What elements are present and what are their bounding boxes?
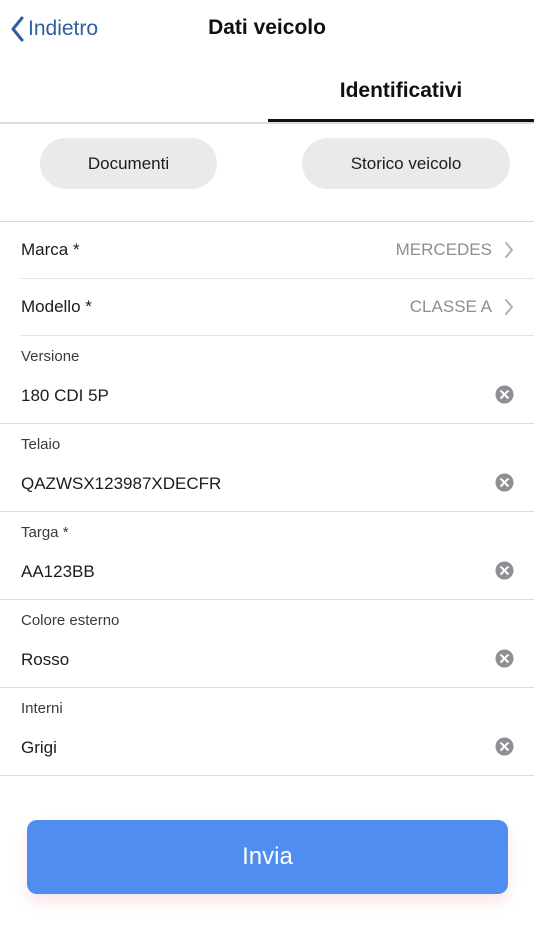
marca-select-row[interactable]: Marca * MERCEDES bbox=[21, 222, 534, 279]
modello-value: CLASSE A bbox=[409, 297, 492, 316]
interni-label: Interni bbox=[21, 700, 63, 717]
vehicle-history-button[interactable]: Storico veicolo bbox=[302, 138, 510, 189]
chevron-right-icon bbox=[505, 299, 513, 315]
nav-bar: Indietro Dati veicolo bbox=[0, 0, 534, 60]
modello-value-group: CLASSE A bbox=[410, 297, 514, 317]
page-title: Dati veicolo bbox=[208, 16, 326, 39]
clear-icon[interactable] bbox=[495, 737, 514, 756]
marca-value: MERCEDES bbox=[395, 240, 492, 259]
marca-label: Marca * bbox=[21, 240, 80, 259]
telaio-input[interactable]: QAZWSX123987XDECFR bbox=[21, 474, 221, 494]
tab-active-indicator bbox=[268, 119, 534, 122]
targa-input[interactable]: AA123BB bbox=[21, 562, 95, 582]
documents-button[interactable]: Documenti bbox=[40, 138, 217, 189]
colore-esterno-field[interactable]: Colore esterno Rosso bbox=[0, 600, 534, 688]
marca-value-group: MERCEDES bbox=[396, 240, 514, 260]
clear-icon[interactable] bbox=[495, 385, 514, 404]
interni-input[interactable]: Grigi bbox=[21, 738, 57, 758]
telaio-field[interactable]: Telaio QAZWSX123987XDECFR bbox=[0, 424, 534, 512]
tab-bar: Identificativi bbox=[0, 60, 534, 124]
colore-esterno-label: Colore esterno bbox=[21, 612, 120, 629]
interni-field[interactable]: Interni Grigi bbox=[0, 688, 534, 776]
targa-field[interactable]: Targa * AA123BB bbox=[0, 512, 534, 600]
vehicle-form: Marca * MERCEDES Modello * CLASSE A Vers… bbox=[0, 221, 534, 776]
chevron-right-icon bbox=[505, 242, 513, 258]
clear-icon[interactable] bbox=[495, 649, 514, 668]
submit-button[interactable]: Invia bbox=[27, 820, 508, 894]
versione-field[interactable]: Versione 180 CDI 5P bbox=[0, 336, 534, 424]
clear-icon[interactable] bbox=[495, 473, 514, 492]
versione-label: Versione bbox=[21, 348, 80, 365]
modello-label: Modello * bbox=[21, 297, 92, 316]
tab-identificativi[interactable]: Identificativi bbox=[268, 60, 534, 122]
colore-esterno-input[interactable]: Rosso bbox=[21, 650, 69, 670]
targa-label: Targa * bbox=[21, 524, 69, 541]
versione-input[interactable]: 180 CDI 5P bbox=[21, 386, 109, 406]
clear-icon[interactable] bbox=[495, 561, 514, 580]
telaio-label: Telaio bbox=[21, 436, 61, 453]
modello-select-row[interactable]: Modello * CLASSE A bbox=[21, 279, 534, 336]
